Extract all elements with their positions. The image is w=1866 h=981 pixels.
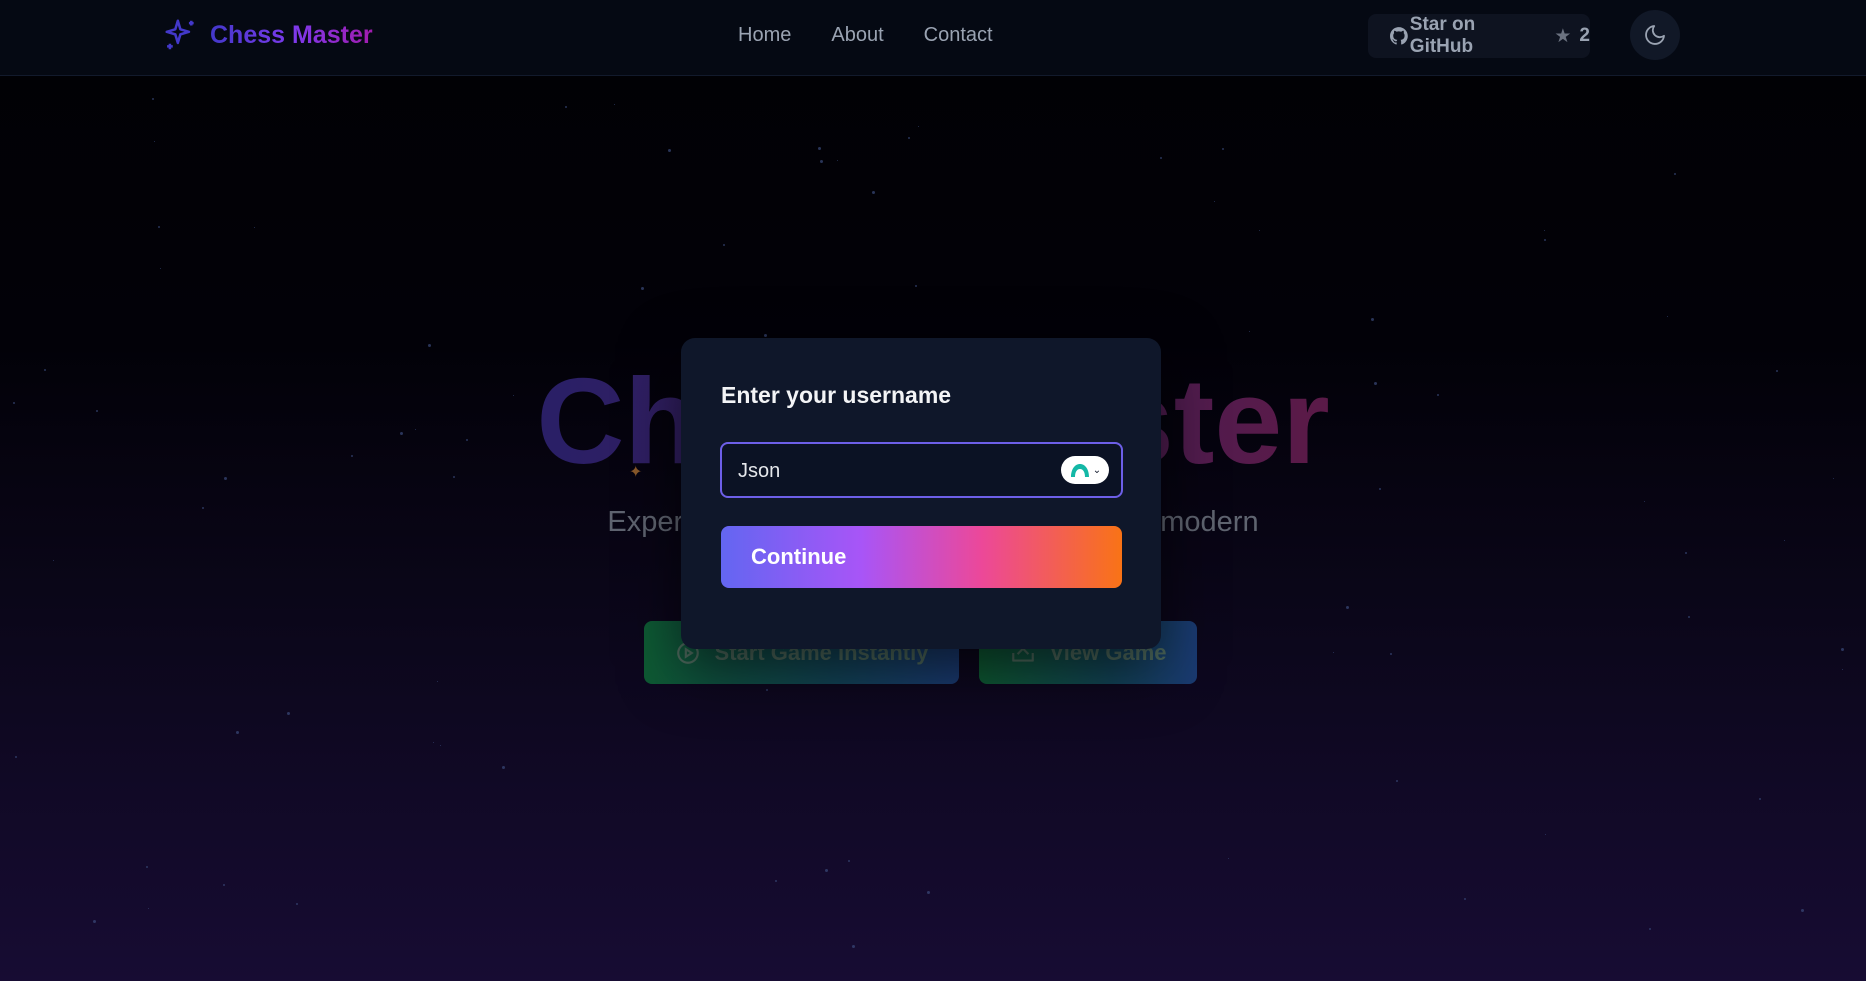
star-dot [1842,669,1843,670]
star-dot [148,908,149,909]
star-dot [1674,173,1676,175]
star-dot [1222,148,1224,150]
star-dot [872,191,875,194]
github-icon [1390,27,1408,45]
star-dot [53,560,54,561]
username-modal: Enter your username ⌄ Continue [681,338,1161,649]
star-dot [287,712,290,715]
star-dot [93,920,96,923]
star-dot [1396,780,1398,782]
star-dot [918,126,919,127]
star-dot [818,147,821,150]
star-dot [502,766,505,769]
star-dot [1544,230,1545,231]
star-dot [15,756,17,758]
star-dot [236,731,239,734]
star-dot [1371,318,1374,321]
star-dot [1688,616,1690,618]
nav-links: Home About Contact [738,24,993,47]
star-dot [1390,653,1392,655]
theme-toggle-button[interactable] [1630,10,1680,60]
star-dot [433,742,434,743]
star-dot [1545,834,1546,835]
star-dot [915,285,917,287]
star-dot [158,226,160,228]
star-dot [837,160,838,161]
star-dot [1214,201,1215,202]
star-dot [668,149,671,152]
star-dot [1259,230,1260,231]
star-dot [1249,331,1250,332]
password-manager-icon [1070,464,1089,477]
star-dot [428,344,431,347]
brand-logo[interactable]: Chess Master [162,16,373,54]
sparkle-decoration-icon: ✦ [629,464,643,481]
star-dot [852,945,855,948]
star-dot [296,903,298,905]
github-star-button[interactable]: Star on GitHub ★ 2 [1368,14,1590,58]
star-dot [764,334,767,337]
star-dot [1841,648,1844,651]
star-dot [908,137,910,139]
star-dot [1649,928,1651,930]
star-dot [775,880,777,882]
github-star-label: Star on GitHub [1409,14,1476,57]
continue-button[interactable]: Continue [721,526,1122,588]
nav-link-home[interactable]: Home [738,24,791,47]
modal-title: Enter your username [721,382,952,408]
star-dot [1160,157,1162,159]
star-dot [723,244,725,246]
star-dot [1544,239,1546,241]
star-dot [825,869,828,872]
star-dot [160,268,161,269]
star-dot [1346,606,1349,609]
star-dot [1228,858,1229,859]
password-manager-badge[interactable]: ⌄ [1061,456,1109,484]
brand-name: Chess Master [210,20,373,49]
star-dot [848,860,850,862]
star-dot [820,160,823,163]
star-dot [154,141,155,142]
star-dot [152,98,154,100]
sparkles-icon [165,19,194,50]
star-dot [766,689,768,691]
github-star-count: 2 [1579,25,1590,46]
star-dot [1759,798,1761,800]
star-dot [1379,488,1381,490]
star-dot [1784,540,1785,541]
star-dot [927,891,930,894]
star-dot [641,287,644,290]
star-dot [1464,898,1466,900]
star-dot [565,106,567,108]
star-dot [614,104,615,105]
star-dot [1333,652,1334,653]
star-dot [254,227,255,228]
star-dot [440,745,441,746]
star-dot [1801,909,1804,912]
star-dot [223,884,225,886]
navbar: Chess Master Home About Contact Star on … [0,0,1866,76]
moon-icon [1645,25,1665,45]
nav-link-about[interactable]: About [831,24,883,47]
star-dot [1685,552,1687,554]
chevron-down-icon: ⌄ [1092,464,1102,476]
username-input[interactable] [736,444,1060,498]
star-dot [1667,316,1668,317]
star-dot [1644,501,1645,502]
star-dot [146,866,148,868]
nav-link-contact[interactable]: Contact [924,24,993,47]
star-icon: ★ [1554,25,1572,47]
username-field: ⌄ [720,442,1123,498]
star-dot [437,681,438,682]
